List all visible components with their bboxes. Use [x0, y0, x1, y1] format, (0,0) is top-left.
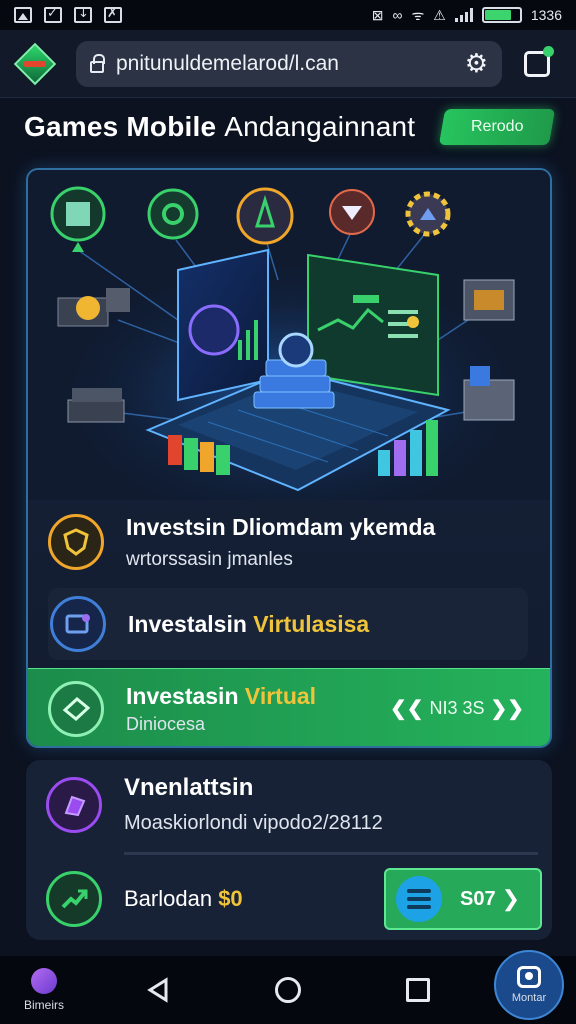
bottom-navigation: Bimeirs Montar [0, 950, 576, 1024]
gear-icon[interactable]: ⚙ [465, 48, 488, 79]
left-screen [177, 248, 269, 402]
secondary-card-header[interactable]: Vnenlattsin Moaskiorlondi vipodo2/28112 [46, 774, 383, 835]
nav-label: Montar [511, 992, 547, 1004]
browser-toolbar: pnitunuldemelarod/l.can ⚙ [0, 30, 576, 98]
nav-montar[interactable]: Montar [494, 950, 564, 1020]
cog-gold-icon [405, 191, 451, 237]
profile-icon [517, 966, 541, 988]
wave-icon [396, 876, 442, 922]
title-light: Andangainnant [224, 111, 416, 142]
nav-bimeirs[interactable]: Bimeirs [14, 956, 74, 1024]
feature-title: Investalsin Virtulasisa [128, 611, 369, 638]
link-icon: ∞ [392, 7, 403, 23]
title-part: Investalsin [128, 610, 254, 637]
shield-icon [48, 514, 104, 570]
feature-title: Investasin Virtual [126, 683, 316, 710]
server-icon [67, 388, 125, 423]
nav-label: Bimeirs [23, 998, 64, 1012]
title-part: Investasin [126, 682, 245, 709]
main-card: Investsin Dliomdam ykemda wrtorssasin jm… [26, 168, 552, 748]
back-icon[interactable] [138, 956, 178, 1024]
start-button[interactable]: S07 ❯ [384, 868, 542, 930]
download-icon [74, 5, 92, 23]
secondary-subtitle: Moaskiorlondi vipodo2/28112 [124, 812, 383, 834]
app-logo[interactable] [12, 41, 58, 87]
gear-badge-icon [147, 188, 199, 240]
battery-icon [481, 7, 522, 23]
feature-title: Investsin Dliomdam ykemda [126, 513, 436, 540]
ticket-icon [48, 680, 104, 737]
hero-illustration [28, 170, 550, 500]
clock: 1336 [530, 7, 562, 23]
title-highlight: Virtual [244, 682, 317, 709]
secondary-title: Vnenlattsin [124, 774, 254, 801]
secondary-card: Vnenlattsin Moaskiorlondi vipodo2/28112 … [26, 760, 552, 940]
notification-dot [543, 45, 554, 57]
image-icon [104, 5, 122, 23]
sparkle-icon [236, 187, 294, 245]
chart-icon [46, 871, 102, 927]
feature-subtitle: wrtorssasin jmanles [126, 548, 293, 570]
feature-investsin[interactable]: Investsin Dliomdam ykemda wrtorssasin jm… [28, 510, 550, 574]
action-amount: $0 [218, 886, 243, 911]
header-button-label: Rerodo [470, 118, 524, 135]
action-text: Barlodan [124, 886, 219, 911]
wifi-icon: ᯤ [411, 6, 425, 23]
secondary-action-label: Barlodan $0 [124, 886, 243, 912]
feature-subtitle: Diniocesa [126, 713, 206, 734]
title-bold: Games Mobile [24, 111, 217, 142]
start-button-label: S07 [460, 887, 496, 910]
page-title: Games Mobile Andangainnant [24, 111, 415, 143]
message-icon [50, 596, 106, 652]
feature-investalsin[interactable]: Investalsin Virtulasisa [48, 588, 528, 660]
box-icon [463, 279, 515, 321]
divider [124, 852, 538, 855]
cube-icon [46, 776, 102, 833]
status-bar: ⊠ ∞ ᯤ ⚠ 1336 [0, 0, 576, 30]
url-text[interactable]: pnitunuldemelarod/l.can [116, 52, 465, 76]
photo-icon [14, 7, 32, 23]
title-highlight: Virtulasisa [253, 610, 370, 637]
check-icon [44, 5, 62, 23]
feature-investasin-virtual[interactable]: Investasin Virtual Diniocesa ❮❮ NI3 3S ❯… [28, 668, 550, 746]
mask-icon [329, 189, 375, 235]
right-screen [307, 253, 439, 397]
header-action-button[interactable]: Rerodo [438, 109, 556, 145]
chevron-right-icon[interactable]: ❯❯ [490, 696, 524, 721]
tabs-icon[interactable] [524, 45, 554, 77]
avatar [31, 968, 57, 994]
mute-icon: ⊠ [371, 6, 384, 23]
nav-label: NI3 3S [429, 698, 485, 718]
lock-icon [90, 53, 105, 73]
signal-icon [454, 8, 473, 22]
secondary-action-row: Barlodan $0 S07 ❯ [46, 868, 542, 930]
address-bar[interactable]: pnitunuldemelarod/l.can ⚙ [76, 40, 502, 87]
page-header: Games Mobile Andangainnant Rerodo [0, 98, 576, 156]
chevron-right-icon: ❯ [501, 886, 521, 911]
home-icon[interactable] [268, 956, 308, 1024]
recents-icon[interactable] [398, 956, 438, 1024]
chevron-left-icon[interactable]: ❮❮ [390, 696, 424, 721]
alarm-icon: ⚠ [433, 6, 446, 23]
feature-nav[interactable]: ❮❮ NI3 3S ❯❯ [390, 696, 524, 721]
